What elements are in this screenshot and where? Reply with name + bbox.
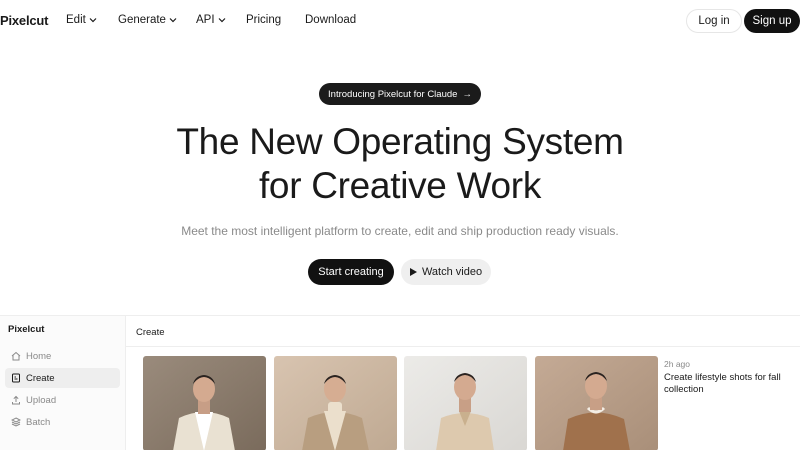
sidebar-item-label: Create: [26, 372, 55, 384]
generated-photo-4[interactable]: [535, 356, 658, 450]
photo-image: [274, 356, 397, 450]
sidebar-item-label: Batch: [26, 416, 51, 428]
upload-icon: [12, 395, 20, 405]
hero-title-line-1: The New Operating System: [176, 121, 624, 162]
nav-api-label: API: [196, 14, 215, 26]
logo[interactable]: Pixelcut: [0, 13, 48, 28]
request-prompt: Create lifestyle shots for fall collecti…: [664, 372, 781, 395]
hero-subtitle: Meet the most intelligent platform to cr…: [181, 224, 619, 238]
top-nav: Pixelcut Edit Generate API Pricing Downl…: [0, 0, 800, 42]
create-icon: [12, 373, 20, 383]
nav-pricing-label: Pricing: [246, 14, 282, 26]
watch-video-label: Watch video: [421, 266, 483, 278]
watch-video-button[interactable]: Watch video: [401, 259, 491, 285]
hero-title: The New Operating System for Creative Wo…: [0, 120, 800, 208]
login-button[interactable]: Log in: [686, 9, 742, 33]
generated-photo-1[interactable]: [143, 356, 266, 450]
photo-image: [535, 356, 658, 450]
generated-photo-2[interactable]: [274, 356, 397, 450]
chevron-down-icon: [89, 18, 97, 23]
arrow-right-icon: →: [462, 88, 472, 100]
chevron-down-icon: [169, 18, 177, 23]
sidebar-item-create[interactable]: Create: [5, 368, 120, 388]
app-sidebar: Pixelcut Home Create Upload Batch: [0, 316, 126, 450]
sidebar-item-upload[interactable]: Upload: [5, 390, 120, 410]
sidebar-item-batch[interactable]: Batch: [5, 412, 120, 432]
nav-generate-label: Generate: [118, 14, 166, 26]
nav-edit-label: Edit: [66, 14, 86, 26]
layers-icon: [11, 417, 21, 427]
chevron-down-icon: [218, 18, 225, 23]
nav-download-label: Download: [305, 14, 357, 26]
sidebar-item-home[interactable]: Home: [5, 346, 120, 366]
nav-generate[interactable]: Generate: [118, 14, 177, 26]
nav-download[interactable]: Download: [305, 14, 356, 26]
app-main-header: Create: [126, 316, 800, 347]
photo-image: [143, 356, 266, 450]
generated-photo-3[interactable]: [404, 356, 527, 450]
nav-pricing[interactable]: Pricing: [246, 14, 281, 26]
app-preview: Pixelcut Home Create Upload Batch Create: [0, 315, 800, 450]
hero-title-line-2: for Creative Work: [258, 165, 542, 206]
signup-button[interactable]: Sign up: [744, 9, 800, 33]
photo-image: [404, 356, 527, 450]
main-title: Create: [136, 327, 165, 338]
nav-api[interactable]: API: [196, 14, 226, 26]
sidebar-item-label: Upload: [26, 394, 57, 406]
request-timestamp: 2h ago: [664, 359, 690, 369]
announcement-pill[interactable]: Introducing Pixelcut for Claude →: [319, 83, 481, 105]
sidebar-title: Pixelcut: [8, 324, 45, 335]
sidebar-item-label: Home: [26, 350, 52, 362]
nav-edit[interactable]: Edit: [66, 14, 97, 26]
home-icon: [11, 351, 21, 361]
announcement-label: Introducing Pixelcut for Claude: [328, 88, 458, 100]
start-creating-button[interactable]: Start creating: [308, 259, 394, 285]
play-icon: [409, 268, 417, 276]
